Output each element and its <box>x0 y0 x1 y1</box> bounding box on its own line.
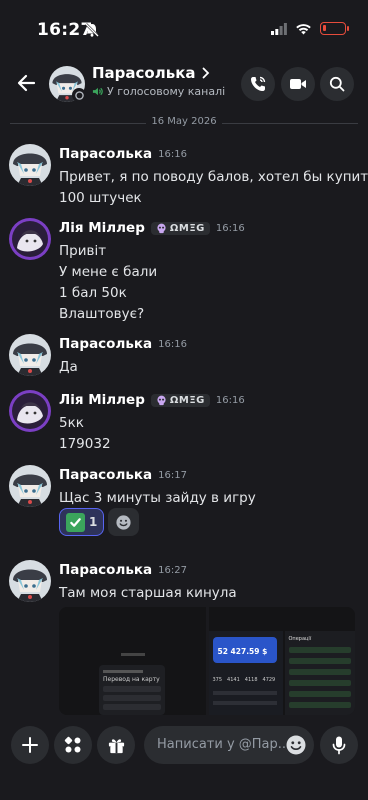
card-balance: 52 427.59 $ <box>217 647 268 656</box>
voice-speaker-icon <box>92 87 103 96</box>
message-text: Да <box>59 357 359 378</box>
message-line: Щас 3 минуты зайду в игру <box>59 490 256 506</box>
message[interactable]: Парасолька 16:16 Привет, я по поводу бал… <box>0 144 368 206</box>
guild-tag-label: ΩMΞG <box>169 394 205 406</box>
avatar[interactable] <box>9 465 51 507</box>
message[interactable]: Парасолька 16:16 Да <box>0 334 368 384</box>
avatar-status-indicator <box>72 88 86 102</box>
message-time: 16:17 <box>158 469 187 481</box>
search-button[interactable] <box>320 67 354 101</box>
message[interactable]: Парасолька 16:17 Щас 3 минуты зайду в иг… <box>0 465 368 545</box>
message-line: Привет, я по поводу балов, хотел бы купи… <box>59 169 368 185</box>
emoji-picker-icon[interactable] <box>285 734 307 756</box>
author-name[interactable]: Парасолька <box>59 336 152 352</box>
avatar[interactable] <box>9 390 51 432</box>
avatar[interactable] <box>9 144 51 186</box>
video-camera-icon <box>290 79 306 89</box>
video-call-button[interactable] <box>281 67 315 101</box>
message-line: 179032 <box>59 436 111 452</box>
message-time: 16:16 <box>158 338 187 350</box>
card-digits: 4141 <box>227 677 240 683</box>
guild-tag[interactable]: ΩMΞG <box>150 221 210 235</box>
chevron-right-icon <box>202 67 209 79</box>
message-line: Влаштовує? <box>59 306 145 322</box>
message-input-placeholder: Написати у @Пар... <box>157 737 291 752</box>
voice-call-button[interactable] <box>241 67 275 101</box>
add-reaction-button[interactable] <box>108 508 140 536</box>
avatar[interactable] <box>9 560 51 602</box>
voice-message-button[interactable] <box>320 726 358 764</box>
date-label: 16 May 2026 <box>151 116 217 127</box>
operations-label: Операції <box>288 636 312 642</box>
search-icon <box>329 76 345 92</box>
phone-icon <box>251 76 266 91</box>
wifi-icon <box>296 23 311 34</box>
message-text: Привет, я по поводу балов, хотел бы купи… <box>59 167 368 209</box>
plus-icon <box>22 737 38 753</box>
author-name[interactable]: Парасолька <box>59 562 152 578</box>
card-digits: 4729 <box>262 677 276 683</box>
message-time: 16:16 <box>158 148 187 160</box>
check-mark-icon <box>66 512 85 532</box>
message-text: Привіт У мене є бали 1 бал 50к Влаштовує… <box>59 241 359 325</box>
date-separator: 16 May 2026 <box>0 112 368 134</box>
cellular-signal-icon <box>271 22 287 35</box>
message-line: Да <box>59 359 78 375</box>
message-line: Там моя старшая кинула <box>59 585 237 601</box>
guild-tag-label: ΩMΞG <box>169 222 205 234</box>
back-arrow-icon[interactable] <box>14 70 40 96</box>
message-time: 16:27 <box>158 564 187 576</box>
message-text: Там моя старшая кинула <box>59 583 359 604</box>
author-name[interactable]: Лія Міллер <box>59 392 145 408</box>
attach-button[interactable] <box>11 726 49 764</box>
smiley-icon <box>116 514 131 530</box>
reaction-count: 1 <box>89 515 98 529</box>
header-subtitle: У голосовому каналі <box>107 85 226 98</box>
reaction-check[interactable]: 1 <box>59 508 105 536</box>
skull-icon <box>157 395 166 405</box>
author-name[interactable]: Лія Міллер <box>59 220 145 236</box>
author-name[interactable]: Парасолька <box>59 146 152 162</box>
message-text: 5кк 179032 <box>59 413 359 455</box>
message-line: 5кк <box>59 415 84 431</box>
gift-icon <box>108 738 124 753</box>
apps-button[interactable] <box>54 726 92 764</box>
message-input[interactable]: Написати у @Пар... <box>144 726 314 764</box>
microphone-icon <box>332 736 346 755</box>
author-name[interactable]: Парасолька <box>59 467 152 483</box>
message-composer: Написати у @Пар... <box>0 716 368 800</box>
message-line: Привіт <box>59 243 107 259</box>
message-time: 16:16 <box>215 222 245 234</box>
message[interactable]: Лія Міллер ΩMΞG 16:16 5кк 179032 <box>0 390 368 454</box>
image-attachment[interactable]: Перевод на карту 52 427.59 $ 375 4141 41… <box>59 607 355 715</box>
attachment-image-right[interactable]: 52 427.59 $ 375 4141 4118 4729 Операції <box>208 607 355 715</box>
status-bar: 16:27 <box>0 0 368 58</box>
card-digits: 4118 <box>244 677 258 683</box>
message[interactable]: Лія Міллер ΩMΞG 16:16 Привіт У мене є ба… <box>0 218 368 328</box>
apps-icon <box>64 736 81 753</box>
reactions-row: 1 <box>59 508 140 536</box>
attachment-image-left[interactable]: Перевод на карту <box>59 607 206 715</box>
battery-icon <box>320 22 349 35</box>
transfer-title: Перевод на карту <box>103 676 160 683</box>
card-digits: 375 <box>212 677 223 683</box>
message-time: 16:16 <box>215 394 245 406</box>
header-title-row[interactable]: Парасолька <box>92 64 210 82</box>
channel-header: Парасолька У голосовому каналі <box>0 58 368 110</box>
message-text: Щас 3 минуты зайду в игру <box>59 488 359 509</box>
avatar[interactable] <box>9 334 51 376</box>
avatar[interactable] <box>9 218 51 260</box>
message-line: У мене є бали <box>59 264 158 280</box>
header-title: Парасолька <box>92 64 196 82</box>
message[interactable]: Парасолька 16:27 Там моя старшая кинула <box>0 560 368 606</box>
gift-button[interactable] <box>97 726 135 764</box>
skull-icon <box>157 223 166 233</box>
header-subtitle-row: У голосовому каналі <box>92 85 225 98</box>
status-icons <box>271 22 349 35</box>
guild-tag[interactable]: ΩMΞG <box>150 393 210 407</box>
bell-muted-icon <box>85 23 99 37</box>
message-line: 100 штучек <box>59 190 142 206</box>
message-line: 1 бал 50к <box>59 285 127 301</box>
